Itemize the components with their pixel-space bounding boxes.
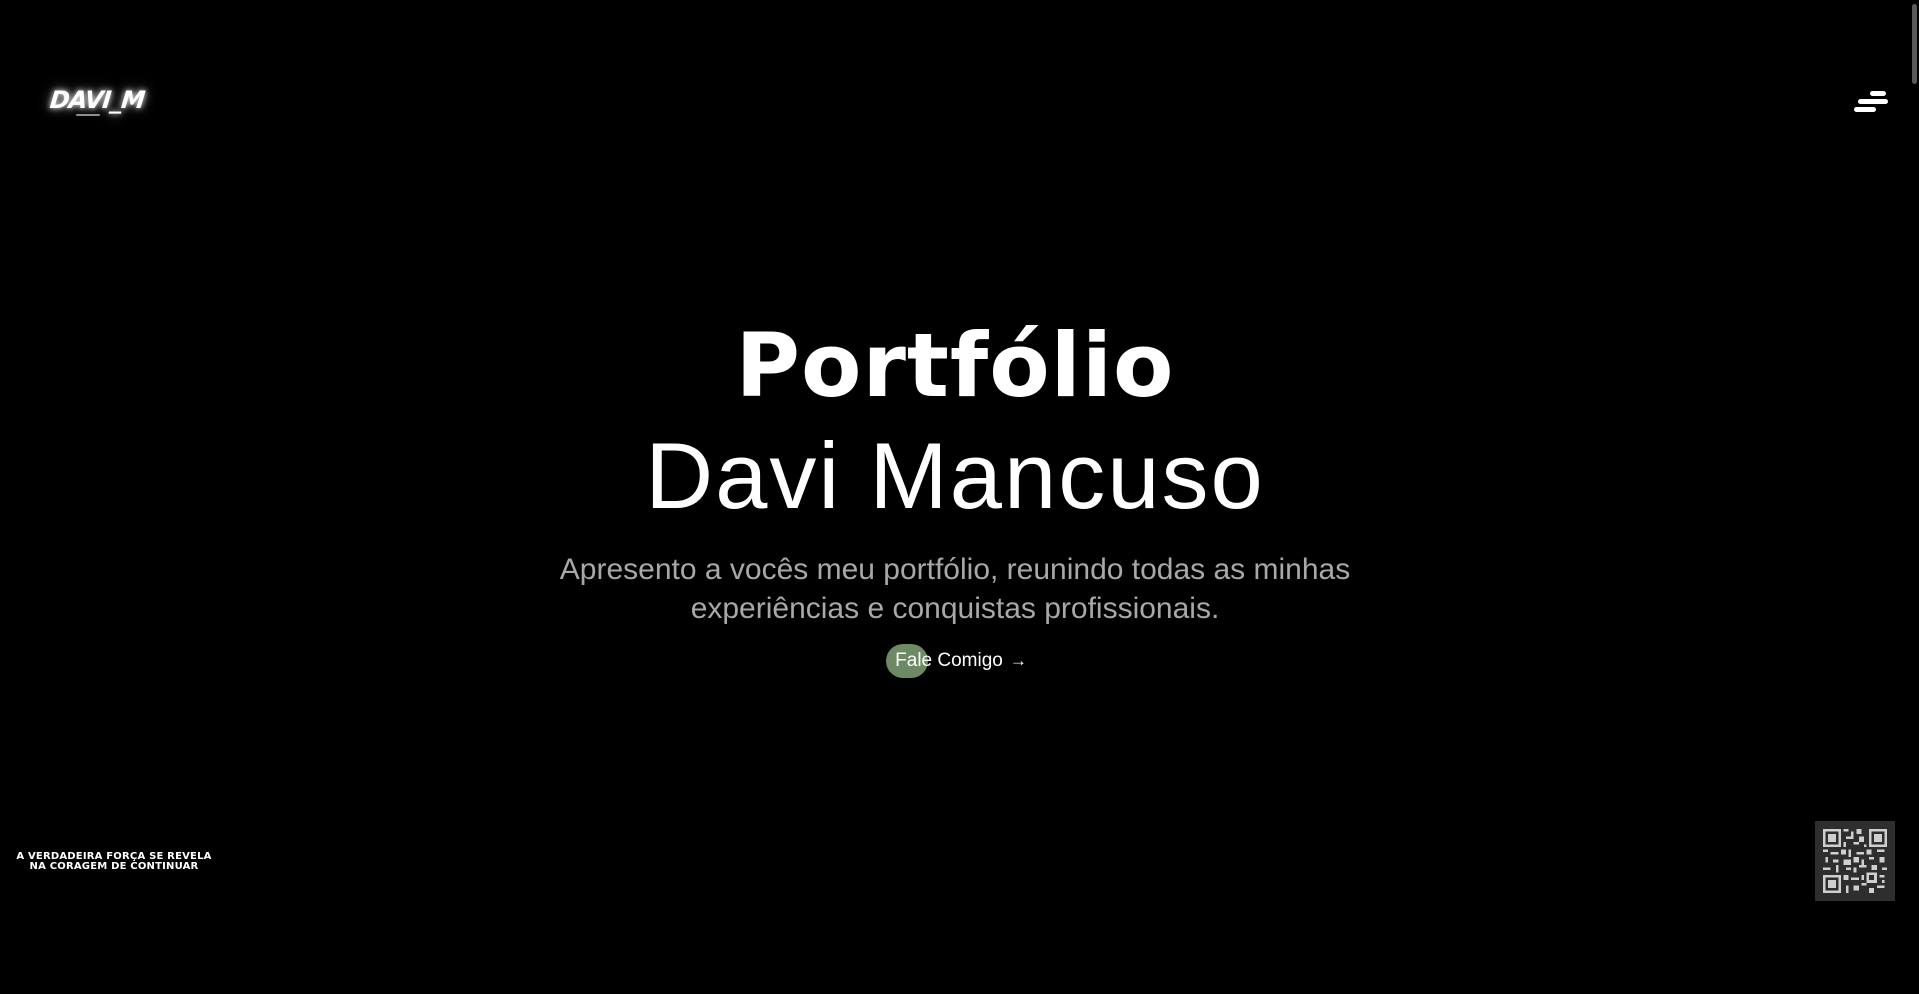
site-logo[interactable]: DAVI_M — [48, 86, 146, 122]
scrollbar-thumb[interactable] — [1912, 4, 1917, 84]
scrollbar[interactable] — [1910, 0, 1919, 994]
hero-name: Davi Mancuso — [645, 423, 1265, 528]
hero-description: Apresento a vocês meu portfólio, reunind… — [559, 553, 1351, 625]
contact-button[interactable]: Fale Comigo → — [886, 644, 1027, 678]
qr-code-icon — [1823, 829, 1887, 893]
motto-quote: A VERDADEIRA FORÇA SE REVELA NA CORAGEM … — [14, 852, 214, 872]
qr-code[interactable] — [1815, 821, 1895, 901]
hero-section: Portfólio Davi Mancuso Apresento a vocês… — [0, 316, 1910, 678]
motto-line-2: NA CORAGEM DE CONTINUAR — [29, 861, 199, 872]
logo-text: DAVI_M — [48, 86, 146, 114]
menu-button[interactable] — [1852, 88, 1892, 118]
hero-title: Portfólio — [735, 314, 1175, 417]
logo-underline — [76, 114, 100, 116]
arrow-right-icon: → — [1009, 651, 1027, 670]
contact-button-label: Fale Comigo — [895, 650, 1003, 671]
portfolio-page: DAVI_M Portfólio Davi Mancuso Apresento … — [0, 0, 1919, 994]
